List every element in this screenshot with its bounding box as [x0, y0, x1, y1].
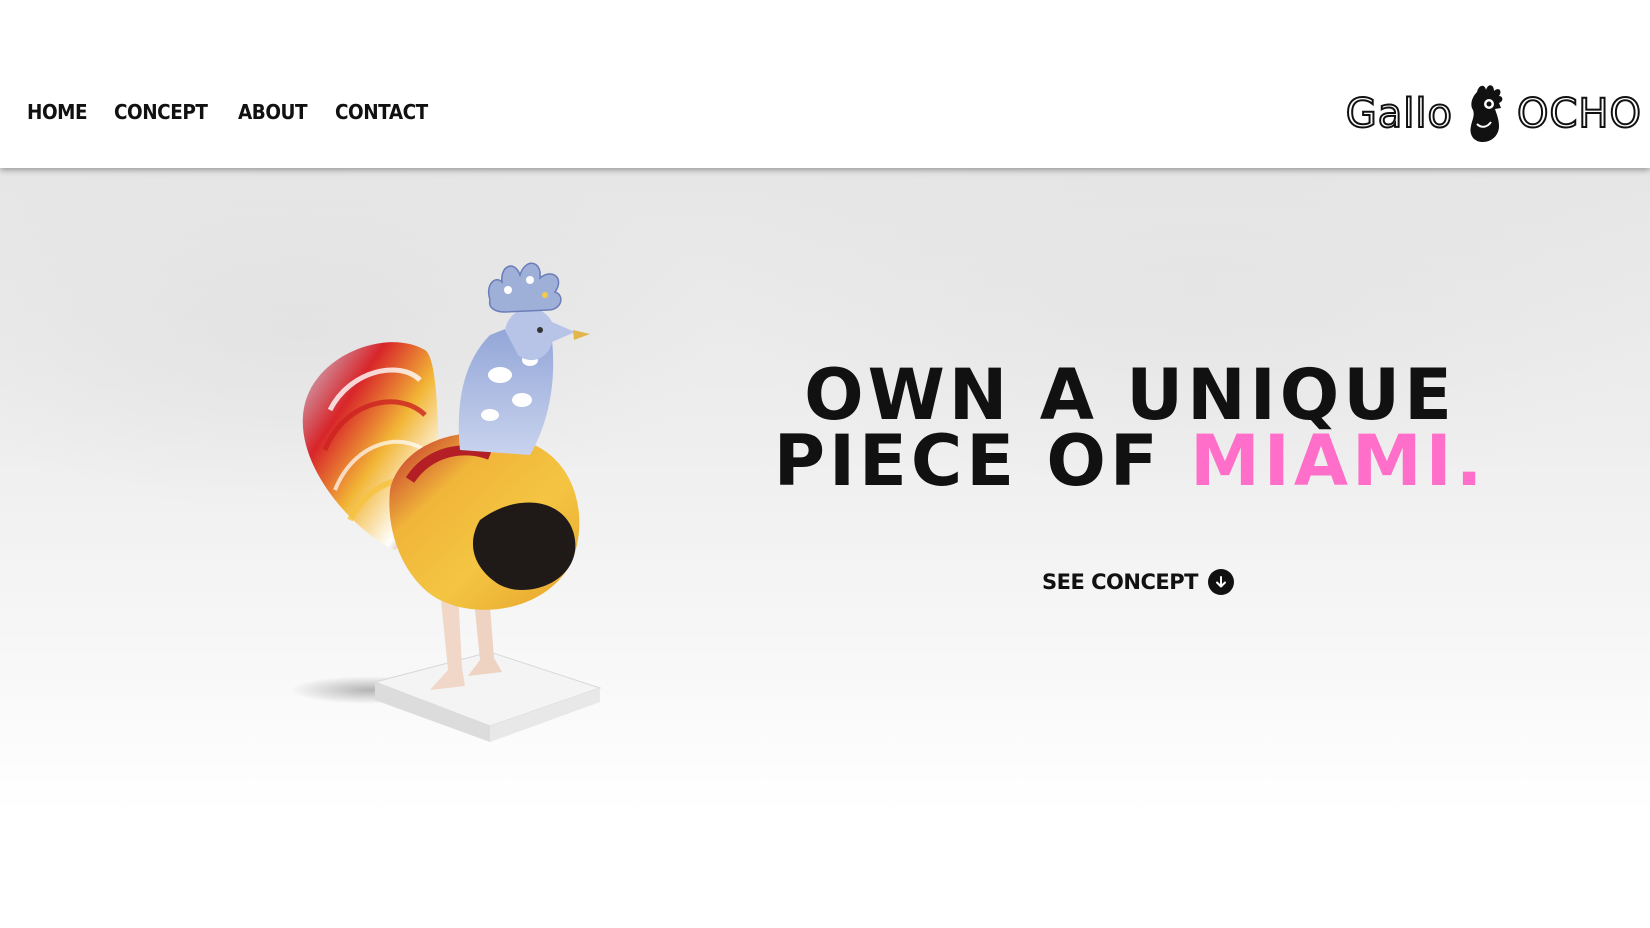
see-concept-button[interactable]: SEE CONCEPT — [1042, 569, 1234, 595]
arrow-down-circle-icon — [1207, 569, 1234, 595]
hero-section — [0, 168, 1650, 928]
brand-logo[interactable]: Gallo OCHO — [1345, 72, 1642, 156]
hero-headline: Own a Unique Piece of Miami. — [770, 354, 1490, 496]
rooster-logo-icon — [1470, 85, 1503, 142]
headline-line-2-prefix: Piece of — [773, 420, 1191, 502]
headline-line-1: Own a Unique — [804, 354, 1456, 436]
nav-contact-link[interactable]: CONTACT — [335, 100, 428, 124]
logo-word-left: Gallo — [1345, 90, 1454, 138]
logo-word-right: OCHO — [1516, 90, 1642, 138]
rooster-sculpture-image — [290, 250, 620, 760]
main-nav: HOME CONCEPT ABOUT CONTACT — [27, 100, 436, 124]
headline-highlight: Miami. — [1190, 420, 1487, 502]
headline-line-2: Piece of Miami. — [770, 426, 1490, 496]
nav-about-link[interactable]: ABOUT — [238, 100, 308, 124]
site-header: HOME CONCEPT ABOUT CONTACT Gallo OCHO — [0, 0, 1650, 168]
see-concept-label: SEE CONCEPT — [1042, 570, 1198, 594]
nav-concept-link[interactable]: CONCEPT — [114, 100, 208, 124]
nav-home-link[interactable]: HOME — [27, 100, 88, 124]
